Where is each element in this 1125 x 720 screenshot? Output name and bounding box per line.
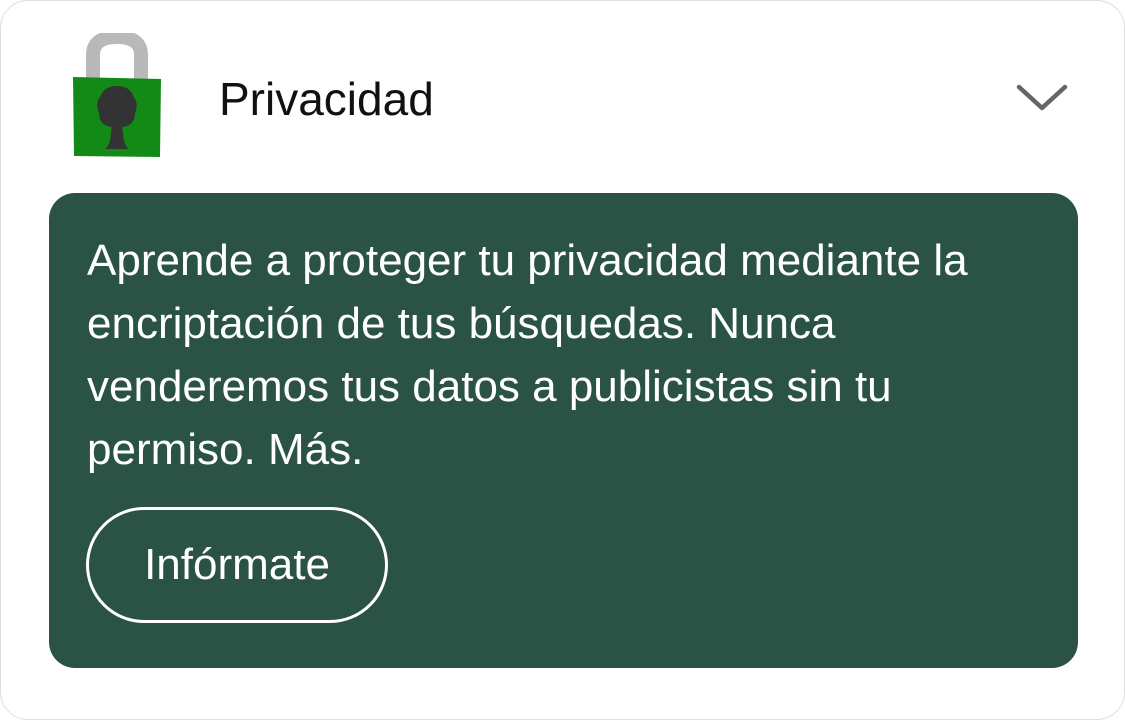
chevron-down-icon[interactable]	[1015, 81, 1069, 115]
lock-tree-icon	[73, 33, 161, 157]
privacy-card: Privacidad Aprende a proteger tu privaci…	[0, 0, 1125, 720]
privacy-description: Aprende a proteger tu privacidad mediant…	[87, 236, 968, 474]
privacy-info-panel: Aprende a proteger tu privacidad mediant…	[49, 193, 1078, 668]
privacy-section-header[interactable]: Privacidad	[1, 1, 1124, 193]
learn-more-button[interactable]: Infórmate	[86, 507, 388, 623]
section-title: Privacidad	[219, 73, 434, 125]
